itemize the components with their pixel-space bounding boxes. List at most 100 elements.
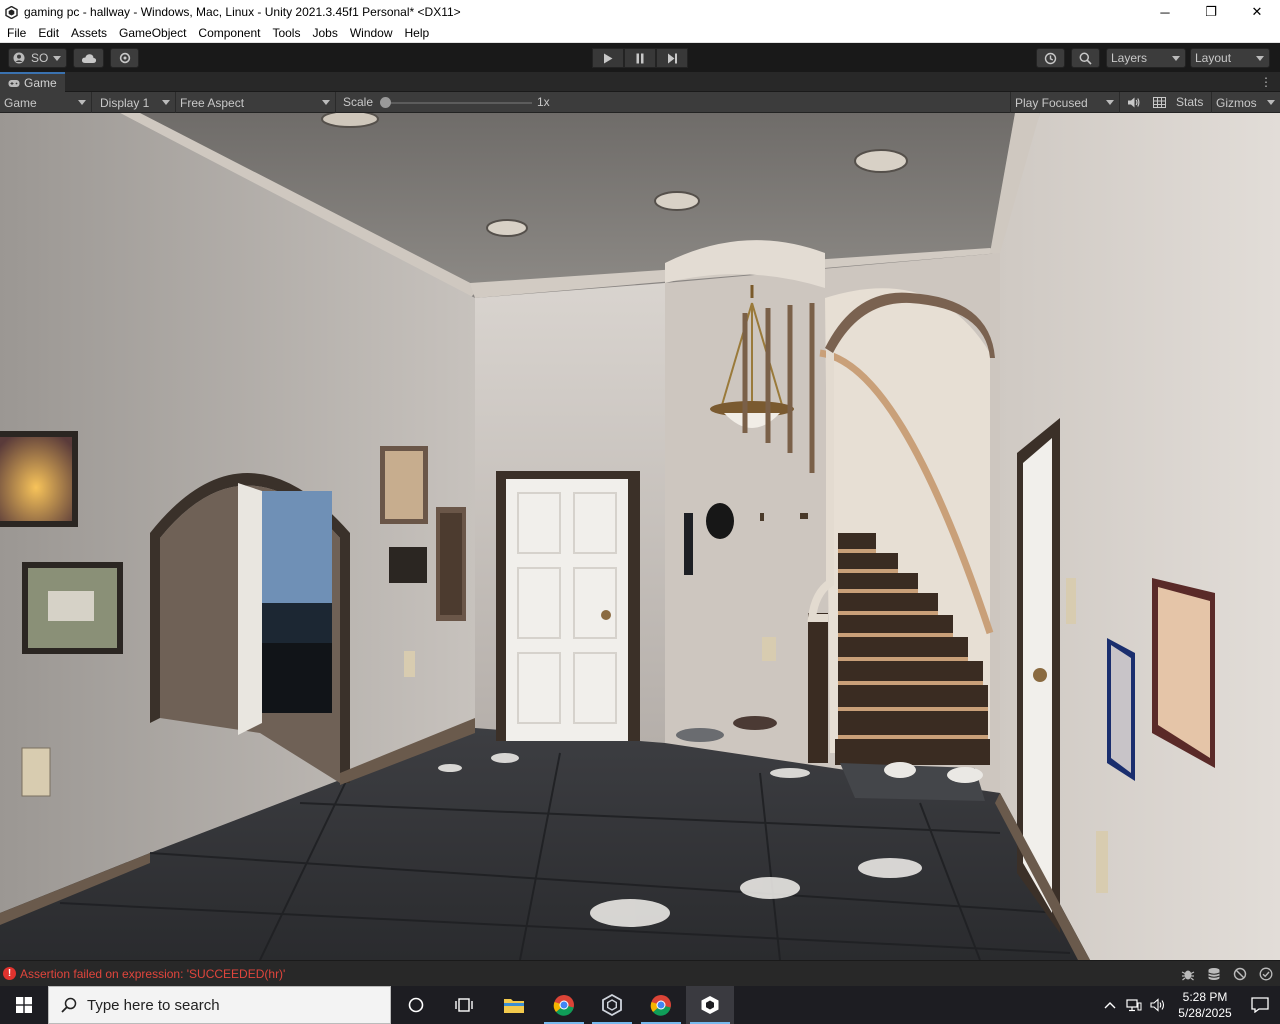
scale-slider-thumb[interactable] (380, 97, 391, 108)
network-icon[interactable] (1122, 998, 1146, 1012)
cache-server-icon[interactable] (1206, 966, 1222, 982)
pause-button[interactable] (624, 48, 656, 68)
account-icon (13, 52, 25, 64)
panel-menu-button[interactable]: ⋮ (1260, 75, 1272, 89)
tab-game[interactable]: Game (0, 72, 65, 92)
play-button[interactable] (592, 48, 624, 68)
chevron-down-icon (1256, 56, 1264, 61)
tab-game-label: Game (24, 76, 57, 90)
windows-logo-icon (16, 997, 32, 1013)
menu-gameobject[interactable]: GameObject (113, 24, 192, 43)
error-icon: ! (3, 967, 16, 980)
menu-file[interactable]: File (1, 24, 32, 43)
layers-dropdown[interactable]: Layers (1106, 48, 1186, 68)
chrome-button-1[interactable] (540, 986, 588, 1024)
volume-icon[interactable] (1146, 998, 1170, 1012)
notification-icon (1251, 997, 1269, 1013)
debug-icon[interactable] (1180, 966, 1196, 982)
cortana-button[interactable] (392, 986, 440, 1024)
gamepad-icon (8, 79, 20, 87)
chevron-down-icon (1172, 56, 1180, 61)
scale-slider-track[interactable] (386, 102, 532, 104)
clock-date: 5/28/2025 (1178, 1006, 1232, 1020)
close-button[interactable]: ✕ (1234, 0, 1280, 24)
display-dropdown[interactable]: Display 1 (96, 92, 176, 113)
unity-logo-icon (4, 5, 18, 19)
chrome-button-2[interactable] (637, 986, 685, 1024)
cortana-icon (408, 997, 424, 1013)
unity-hub-icon (602, 994, 622, 1016)
taskbar-search[interactable]: Type here to search (48, 986, 391, 1024)
hallway-scene-render (0, 113, 1280, 960)
layout-dropdown[interactable]: Layout (1190, 48, 1270, 68)
chevron-down-icon (1267, 100, 1275, 105)
account-dropdown[interactable]: SO (8, 48, 67, 68)
chevron-down-icon (78, 100, 86, 105)
account-label: SO (31, 51, 49, 65)
grid-button[interactable] (1150, 95, 1168, 110)
menu-edit[interactable]: Edit (32, 24, 65, 43)
scale-label: Scale (343, 95, 374, 109)
clock-time: 5:28 PM (1182, 990, 1228, 1004)
play-icon (604, 53, 613, 63)
title-bar: gaming pc - hallway - Windows, Mac, Linu… (0, 0, 1280, 24)
game-view-toolbar: Game Display 1 Free Aspect Scale 1x Play… (0, 92, 1280, 113)
layers-label: Layers (1111, 51, 1148, 65)
menu-component[interactable]: Component (192, 24, 266, 43)
console-status-bar[interactable]: ! Assertion failed on expression: 'SUCCE… (0, 960, 1280, 986)
menu-window[interactable]: Window (344, 24, 399, 43)
collab-button[interactable] (110, 48, 139, 68)
layout-label: Layout (1195, 51, 1232, 65)
display-label: Display 1 (100, 95, 150, 110)
chevron-up-icon (1104, 1002, 1116, 1009)
history-button[interactable] (1036, 48, 1065, 68)
taskbar-search-placeholder: Type here to search (87, 996, 220, 1014)
step-icon (667, 53, 677, 63)
menu-bar: File Edit Assets GameObject Component To… (0, 24, 1280, 43)
search-icon (1079, 52, 1092, 65)
game-viewport[interactable] (0, 113, 1280, 960)
menu-assets[interactable]: Assets (65, 24, 113, 43)
menu-jobs[interactable]: Jobs (306, 24, 343, 43)
play-mode-label: Play Focused (1015, 95, 1088, 110)
step-button[interactable] (656, 48, 688, 68)
aspect-label: Free Aspect (180, 95, 245, 110)
speaker-icon (1127, 97, 1139, 108)
search-button[interactable] (1071, 48, 1100, 68)
search-icon (61, 997, 77, 1013)
view-mode-dropdown[interactable]: Game (0, 92, 92, 113)
chevron-down-icon (53, 56, 61, 61)
file-explorer-button[interactable] (490, 986, 538, 1024)
grid-icon (1152, 97, 1166, 108)
system-clock[interactable]: 5:28 PM 5/28/2025 (1170, 989, 1240, 1021)
action-center-button[interactable] (1240, 986, 1280, 1024)
gizmos-dropdown[interactable]: Gizmos (1211, 92, 1280, 113)
gear-icon (119, 52, 130, 64)
mute-audio-button[interactable] (1124, 95, 1142, 110)
unity-editor-button[interactable] (686, 986, 734, 1024)
stats-button[interactable]: Stats (1176, 95, 1203, 109)
windows-taskbar: Type here to search 5:28 PM 5/28/2025 (0, 986, 1280, 1024)
cloud-button[interactable] (73, 48, 104, 68)
chrome-icon (650, 995, 671, 1016)
unity-hub-button[interactable] (588, 986, 636, 1024)
play-mode-dropdown[interactable]: Play Focused (1010, 92, 1120, 113)
chrome-icon (553, 995, 574, 1016)
aspect-dropdown[interactable]: Free Aspect (176, 92, 336, 113)
folder-icon (504, 999, 524, 1013)
task-view-button[interactable] (440, 986, 488, 1024)
menu-tools[interactable]: Tools (266, 24, 306, 43)
cloud-icon (81, 53, 96, 63)
auto-generate-lighting-icon[interactable] (1232, 966, 1248, 982)
minimize-button[interactable]: ─ (1142, 0, 1188, 24)
progress-check-icon[interactable] (1258, 966, 1274, 982)
menu-help[interactable]: Help (399, 24, 436, 43)
gizmos-label: Gizmos (1216, 95, 1257, 110)
scale-value: 1x (537, 95, 550, 109)
restore-button[interactable]: ❐ (1188, 0, 1234, 24)
start-button[interactable] (0, 986, 48, 1024)
show-hidden-icons-button[interactable] (1098, 1001, 1122, 1009)
pause-icon (636, 53, 644, 63)
window-title: gaming pc - hallway - Windows, Mac, Linu… (24, 5, 461, 19)
console-error-message[interactable]: Assertion failed on expression: 'SUCCEED… (20, 967, 285, 981)
